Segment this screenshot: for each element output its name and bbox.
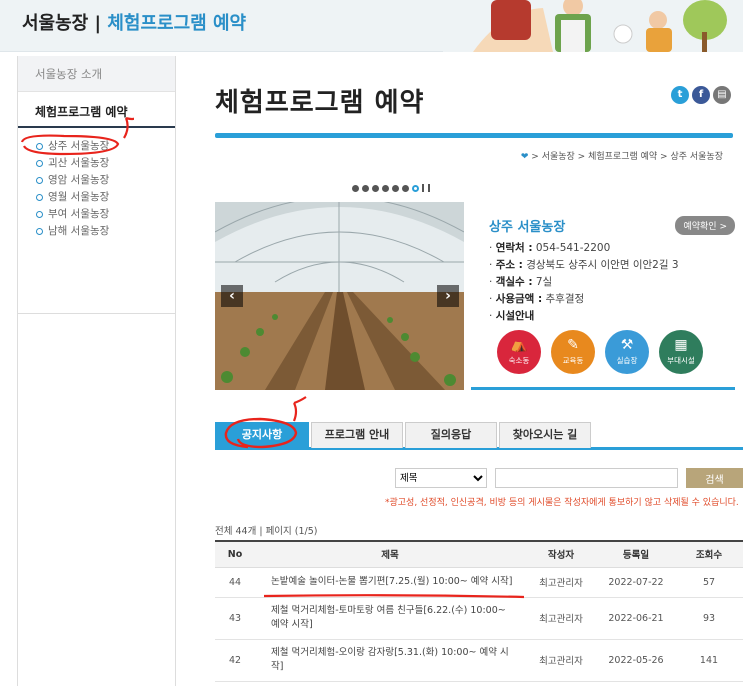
reservation-check-button[interactable]: 예약확인 >: [675, 216, 735, 235]
tab-directions[interactable]: 찾아오시는 길: [499, 422, 591, 448]
farm-link-buyeo[interactable]: 부여 서울농장: [36, 206, 175, 223]
post-date: 2022-06-21: [597, 597, 675, 640]
post-no: 43: [215, 597, 255, 640]
slider-dot[interactable]: [392, 184, 399, 192]
column-header: 조회수: [675, 540, 743, 568]
post-no: 44: [215, 567, 255, 598]
column-header: 제목: [255, 540, 525, 568]
slider-dot[interactable]: [372, 184, 379, 192]
table-header-row: No 제목 작성자 등록일 조회수: [215, 540, 743, 568]
post-author: 최고관리자: [525, 639, 597, 682]
post-title-link[interactable]: 논밭예술 놀이터-논물 뽑기편[7.25.(월) 10:00~ 예약 시작]: [255, 567, 525, 598]
facility-lodging-button[interactable]: ⛺ 숙소동: [497, 330, 541, 374]
farm-details: · 연락처 : 054-541-2200 · 주소 : 경상북도 상주시 이안면…: [489, 240, 679, 325]
post-date: 2022-07-22: [597, 567, 675, 598]
twitter-icon[interactable]: t: [671, 86, 689, 104]
post-title-link[interactable]: 제철 먹거리체험-토마토랑 여름 친구들[6.22.(수) 10:00~ 예약 …: [255, 597, 525, 640]
search-field-select[interactable]: 제목: [395, 468, 487, 488]
facebook-icon[interactable]: f: [692, 86, 710, 104]
breadcrumb: ❤ > 서울농장 > 체험프로그램 예약 > 상주 서울농장: [520, 152, 723, 162]
title-underline: [215, 133, 733, 138]
slider-dot[interactable]: [352, 184, 359, 192]
farm-link-yeongam[interactable]: 영암 서울농장: [36, 172, 175, 189]
table-row: 42 제철 먹거리체험-오이랑 감자랑[5.31.(화) 10:00~ 예약 시…: [215, 639, 743, 682]
tab-program-guide[interactable]: 프로그램 안내: [311, 422, 403, 448]
column-header: 작성자: [525, 540, 597, 568]
bed-icon: ⛺: [510, 337, 528, 353]
slider-dot[interactable]: [402, 184, 409, 192]
top-header: 서울농장 | 체험프로그램 예약: [0, 0, 743, 52]
table-row: 44 논밭예술 놀이터-논물 뽑기편[7.25.(월) 10:00~ 예약 시작…: [215, 567, 743, 598]
post-title-link[interactable]: 제철 먹거리체험-오이랑 감자랑[5.31.(화) 10:00~ 예약 시작]: [255, 639, 525, 682]
farm-info-panel: 상주 서울농장 예약확인 > · 연락처 : 054-541-2200 · 주소…: [471, 202, 735, 390]
posting-policy-notice: *광고성, 선정적, 인신공격, 비방 등의 게시물은 작성자에게 통보하기 않…: [385, 498, 739, 508]
slider-dot[interactable]: [362, 184, 369, 192]
column-header: 등록일: [597, 540, 675, 568]
farm-name: 상주 서울농장: [489, 220, 566, 235]
farm-link-goesan[interactable]: 괴산 서울농장: [36, 155, 175, 172]
breadcrumb-item[interactable]: 상주 서울농장: [670, 152, 723, 162]
notice-table: No 제목 작성자 등록일 조회수 44 논밭예술 놀이터-논물 뽑기편[7.2…: [215, 540, 743, 682]
price-row: · 사용금액 : 추후결정: [489, 293, 585, 305]
farm-list: 상주 서울농장 괴산 서울농장 영암 서울농장 영월 서울농장 부여 서울농장 …: [18, 128, 175, 314]
print-icon[interactable]: ▤: [713, 86, 731, 104]
breadcrumb-item[interactable]: 서울농장: [542, 152, 575, 162]
post-author: 최고관리자: [525, 567, 597, 598]
farm-photo: ‹ ›: [215, 202, 464, 390]
farm-link-namhae[interactable]: 남해 서울농장: [36, 223, 175, 240]
site-title[interactable]: 서울농장 | 체험프로그램 예약: [22, 9, 246, 35]
facility-practice-button[interactable]: ⚒ 실습장: [605, 330, 649, 374]
header-illustration: [443, 0, 743, 52]
contact-row: · 연락처 : 054-541-2200: [489, 242, 611, 254]
tab-notice[interactable]: 공지사항: [215, 422, 309, 448]
farm-link-yeongwol[interactable]: 영월 서울농장: [36, 189, 175, 206]
search-button[interactable]: 검색: [686, 468, 743, 488]
address-row: · 주소 : 경상북도 상주시 이안면 이안2길 3: [489, 259, 679, 271]
post-no: 42: [215, 639, 255, 682]
farm-link-sangju[interactable]: 상주 서울농장: [36, 138, 175, 155]
column-header: No: [215, 540, 255, 568]
breadcrumb-item[interactable]: 체험프로그램 예약: [588, 152, 657, 162]
section-name: 체험프로그램 예약: [107, 13, 247, 34]
greenhouse-image: [215, 202, 464, 390]
slider-indicator: [352, 184, 430, 192]
edit-icon: ✎: [567, 337, 579, 353]
left-sidebar: 서울농장 소개 체험프로그램 예약 상주 서울농장 괴산 서울농장 영암 서울농…: [17, 56, 176, 686]
rooms-row: · 객실수 : 7실: [489, 276, 553, 288]
facility-education-button[interactable]: ✎ 교육동: [551, 330, 595, 374]
tools-icon: ⚒: [620, 337, 634, 353]
post-date: 2022-05-26: [597, 639, 675, 682]
home-icon[interactable]: ❤: [521, 152, 529, 162]
table-row: 43 제철 먹거리체험-토마토랑 여름 친구들[6.22.(수) 10:00~ …: [215, 597, 743, 640]
prev-slide-button[interactable]: ‹: [221, 285, 243, 307]
sidebar-item-program-reservation[interactable]: 체험프로그램 예약: [18, 92, 175, 128]
search-input[interactable]: [495, 468, 678, 488]
sns-share: t f ▤: [671, 86, 731, 104]
post-views: 57: [675, 567, 743, 598]
slider-dot[interactable]: [382, 184, 389, 192]
pause-icon[interactable]: [422, 184, 430, 192]
facility-guide-row: · 시설안내: [489, 310, 535, 322]
site-name: 서울농장: [22, 13, 89, 34]
board-tabs: 공지사항 프로그램 안내 질의응답 찾아오시는 길: [215, 422, 743, 450]
next-slide-button[interactable]: ›: [437, 285, 459, 307]
sidebar-item-farm-intro[interactable]: 서울농장 소개: [18, 56, 175, 92]
slider-dot-active[interactable]: [412, 184, 419, 192]
post-views: 141: [675, 639, 743, 682]
tab-qna[interactable]: 질의응답: [405, 422, 497, 448]
building-icon: ▦: [674, 337, 688, 353]
facility-icons: ⛺ 숙소동 ✎ 교육동 ⚒ 실습장 ▦ 부대시설: [497, 330, 703, 374]
post-author: 최고관리자: [525, 597, 597, 640]
post-count: 전체 44개 | 페이지 (1/5): [215, 526, 318, 537]
page-title: 체험프로그램 예약: [215, 88, 425, 118]
facility-amenities-button[interactable]: ▦ 부대시설: [659, 330, 703, 374]
search-bar: 제목 검색: [395, 468, 743, 488]
post-views: 93: [675, 597, 743, 640]
